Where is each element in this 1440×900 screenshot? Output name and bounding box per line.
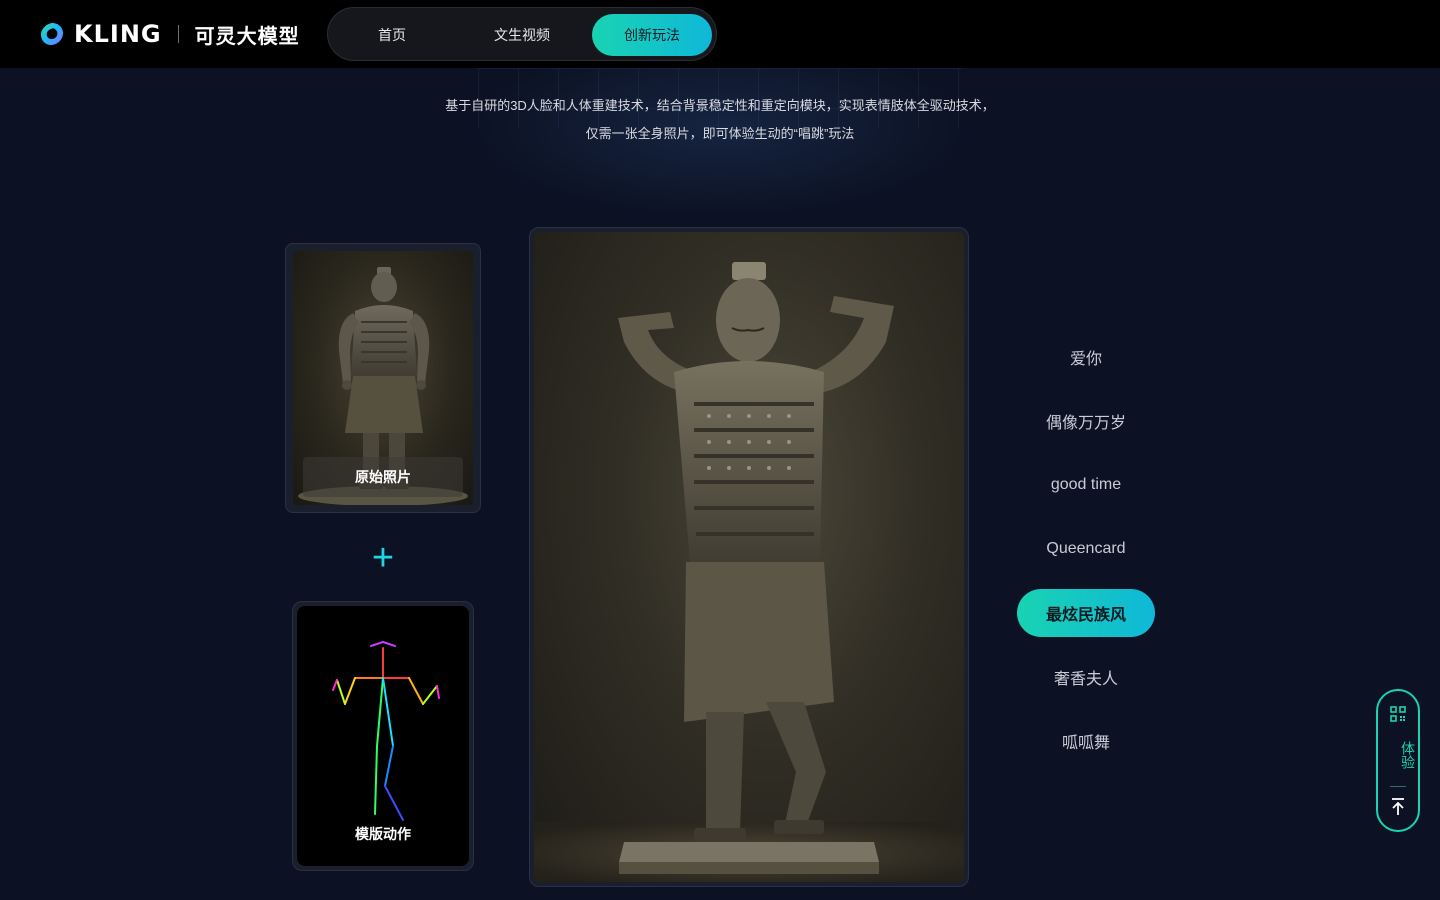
top-header: KLING 可灵大模型 首页 文生视频 创新玩法 [0,0,1440,68]
brand-logo[interactable]: KLING 可灵大模型 [38,18,300,50]
intro-line-2: 仅需一张全身照片，即可体验生动的“唱跳”玩法 [585,126,855,141]
template-pose-image: 模版动作 [297,606,469,866]
song-list: 爱你 偶像万万岁 good time Queencard 最炫民族风 奢香夫人 … [1017,333,1155,781]
floating-toolbar: 体验 [1376,689,1420,832]
result-video-card[interactable] [529,227,969,887]
back-to-top-icon[interactable] [1389,797,1407,817]
song-item[interactable]: 爱你 [1017,333,1155,381]
template-pose-card: 模版动作 [292,601,474,871]
floating-divider [1390,786,1406,787]
qr-code-icon[interactable] [1390,706,1406,722]
template-pose-label: 模版动作 [355,826,411,842]
nav-creative-play[interactable]: 创新玩法 [592,14,712,56]
song-item[interactable]: good time [1017,461,1155,509]
brand-name: KLING [74,20,162,48]
original-photo-label: 原始照片 [303,457,463,497]
song-item[interactable]: Queencard [1017,525,1155,573]
song-item[interactable]: 呱呱舞 [1017,717,1155,765]
original-photo-image: 原始照片 [293,251,473,505]
nav-text-to-video[interactable]: 文生视频 [462,14,582,56]
main-nav: 首页 文生视频 创新玩法 [327,7,717,61]
original-photo-card: 原始照片 [285,243,481,513]
brand-divider [177,25,179,43]
song-item-selected[interactable]: 最炫民族风 [1017,589,1155,637]
intro-description: 基于自研的3D人脸和人体重建技术，结合背景稳定性和重定向模块，实现表情肢体全驱动… [320,92,1120,148]
experience-button[interactable]: 体验 [1378,733,1418,777]
intro-line-1: 基于自研的3D人脸和人体重建技术，结合背景稳定性和重定向模块，实现表情肢体全驱动… [445,98,995,113]
result-video-frame [534,232,964,882]
nav-home[interactable]: 首页 [332,14,452,56]
brand-name-cn: 可灵大模型 [194,25,300,48]
plus-icon: + [371,537,395,579]
song-item[interactable]: 偶像万万岁 [1017,397,1155,445]
dancing-warrior-illustration [534,262,964,882]
kling-logo-icon [41,23,63,45]
song-item[interactable]: 奢香夫人 [1017,653,1155,701]
